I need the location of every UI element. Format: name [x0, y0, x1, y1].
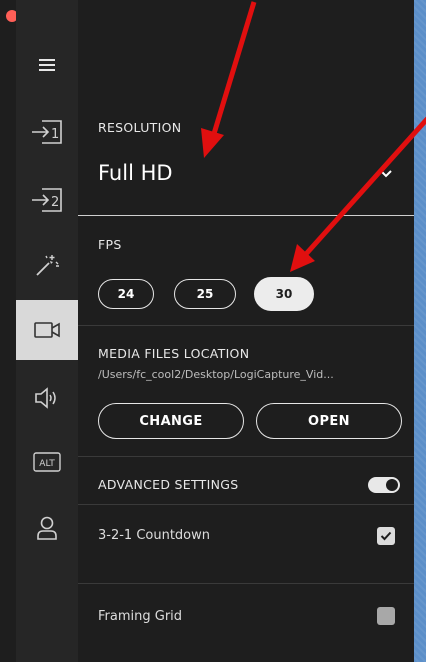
sidebar: 1 2 ALT [16, 0, 78, 662]
sidebar-item-alt[interactable]: ALT [16, 432, 78, 492]
fps-option-24[interactable]: 24 [98, 279, 154, 309]
countdown-divider [78, 583, 414, 584]
open-location-button[interactable]: OPEN [256, 403, 402, 439]
framing-grid-label: Framing Grid [98, 609, 183, 624]
sidebar-item-camera[interactable] [16, 300, 78, 360]
resolution-divider [78, 215, 414, 216]
user-icon [37, 516, 57, 540]
media-divider [78, 456, 414, 457]
media-location-path: /Users/fc_cool2/Desktop/LogiCapture_Vid.… [98, 368, 334, 381]
magic-wand-icon [36, 255, 59, 276]
sidebar-item-source-2[interactable]: 2 [16, 170, 78, 230]
fps-label: FPS [98, 237, 122, 252]
sidebar-item-account[interactable] [16, 498, 78, 558]
fps-option-30[interactable]: 30 [254, 277, 314, 311]
advanced-settings-label: ADVANCED SETTINGS [98, 477, 239, 492]
resolution-value: Full HD [98, 161, 173, 185]
countdown-label: 3-2-1 Countdown [98, 528, 211, 543]
svg-text:ALT: ALT [39, 459, 55, 469]
sidebar-item-source-1[interactable]: 1 [16, 102, 78, 162]
resolution-label: RESOLUTION [98, 120, 182, 135]
advanced-divider [78, 504, 414, 505]
menu-button[interactable] [16, 35, 78, 95]
source-1-icon: 1 [32, 120, 62, 144]
change-location-button[interactable]: CHANGE [98, 403, 244, 439]
sidebar-item-effects[interactable] [16, 235, 78, 295]
alt-icon: ALT [33, 452, 61, 472]
sidebar-item-audio[interactable] [16, 368, 78, 428]
speaker-icon [35, 387, 56, 409]
media-location-label: MEDIA FILES LOCATION [98, 346, 250, 361]
source-2-icon: 2 [32, 188, 62, 212]
framing-grid-checkbox[interactable] [377, 607, 395, 625]
chevron-down-icon [380, 170, 392, 178]
svg-text:1: 1 [51, 127, 59, 142]
settings-panel: RESOLUTION Full HD FPS 24 25 30 MEDIA FI… [78, 0, 414, 662]
fps-option-25[interactable]: 25 [174, 279, 236, 309]
toggle-knob [386, 479, 398, 491]
menu-icon [39, 59, 55, 71]
app-window: 1 2 ALT RESOLUTION Full HD FPS 24 25 30 … [0, 0, 414, 662]
advanced-settings-toggle[interactable] [368, 477, 400, 493]
svg-text:2: 2 [51, 195, 59, 210]
countdown-checkbox[interactable] [377, 527, 395, 545]
checkmark-icon [380, 531, 392, 541]
camera-icon [34, 322, 60, 338]
fps-divider [78, 325, 414, 326]
resolution-dropdown[interactable]: Full HD [78, 150, 414, 200]
